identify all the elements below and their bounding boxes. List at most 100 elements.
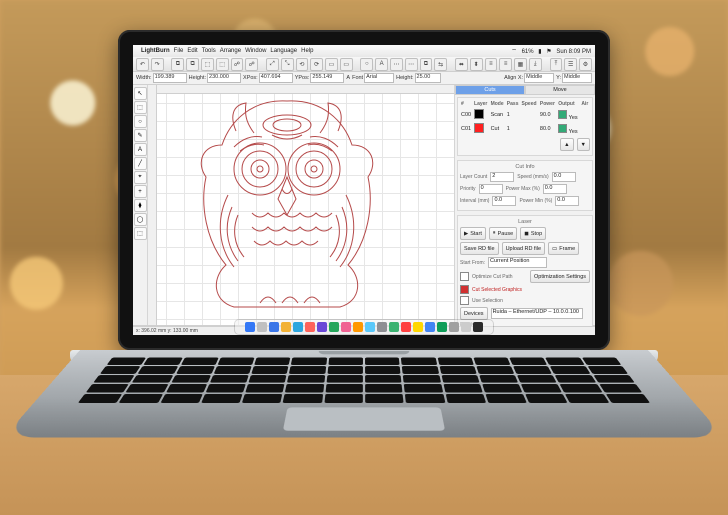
toolbar-button-19[interactable]: ⇆ <box>434 58 447 71</box>
toolbar-button-21[interactable]: ⬍ <box>470 58 483 71</box>
toolbar-button-12[interactable]: ▭ <box>325 58 338 71</box>
toolbar-button-9[interactable]: ⤡ <box>281 58 294 71</box>
pause-button[interactable]: ⏸Pause <box>489 227 517 240</box>
tab-cuts[interactable]: Cuts <box>455 85 525 95</box>
speed-field[interactable]: 0.0 <box>552 172 576 182</box>
layer-table[interactable]: #LayerModePassSpeedPowerOutputAir C00Sca… <box>460 100 590 136</box>
ypos-field[interactable]: 255.149 <box>310 73 344 83</box>
menu-window[interactable]: Window <box>245 48 266 54</box>
device-select[interactable]: Ruida – Ethernet/UDP – 10.0.0.100 <box>491 308 583 319</box>
menu-help[interactable]: Help <box>301 48 313 54</box>
start-button[interactable]: ▶Start <box>460 227 486 240</box>
tool-3[interactable]: ✎ <box>134 129 147 142</box>
toolbar-button-26[interactable]: ⤒ <box>550 58 563 71</box>
toolbar-button-7[interactable]: ☍ <box>245 58 258 71</box>
toolbar-button-20[interactable]: ⬌ <box>455 58 468 71</box>
dock-app-15[interactable] <box>425 322 435 332</box>
upload-rd-button[interactable]: Upload RD file <box>502 242 545 255</box>
layer-row[interactable]: C00Scan190.0 Yes <box>460 108 590 122</box>
layer-up-button[interactable]: ▲ <box>560 138 573 151</box>
width-field[interactable]: 199.389 <box>153 73 187 83</box>
toolbar-button-25[interactable]: ⤓ <box>529 58 542 71</box>
toolbar-button-10[interactable]: ⟲ <box>296 58 309 71</box>
toolbar-button-17[interactable]: ⋯ <box>405 58 418 71</box>
dock-app-8[interactable] <box>341 322 351 332</box>
tool-10[interactable]: ⬚ <box>134 227 147 240</box>
toolbar-button-1[interactable]: ↷ <box>151 58 164 71</box>
toolbar-button-2[interactable]: ⧉ <box>171 58 184 71</box>
optimize-cut-checkbox[interactable] <box>460 272 469 281</box>
xpos-field[interactable]: 407.694 <box>259 73 293 83</box>
dock-app-19[interactable] <box>473 322 483 332</box>
toolbar-button-5[interactable]: ⬚ <box>216 58 229 71</box>
dock-app-10[interactable] <box>365 322 375 332</box>
dock-app-13[interactable] <box>401 322 411 332</box>
menu-file[interactable]: File <box>174 48 184 54</box>
save-rd-button[interactable]: Save RD file <box>460 242 499 255</box>
tool-5[interactable]: ╱ <box>134 157 147 170</box>
dock-app-9[interactable] <box>353 322 363 332</box>
layer-down-button[interactable]: ▼ <box>577 138 590 151</box>
menubar-clock[interactable]: Sun 8:09 PM <box>556 49 591 55</box>
interval-field[interactable]: 0.0 <box>492 196 516 206</box>
pmax-field[interactable]: 0.0 <box>543 184 567 194</box>
toolbar-button-14[interactable]: ○ <box>360 58 373 71</box>
dock-app-2[interactable] <box>269 322 279 332</box>
dock-app-18[interactable] <box>461 322 471 332</box>
optimization-settings-button[interactable]: Optimization Settings <box>530 270 590 283</box>
toolbar-button-8[interactable]: ⤢ <box>266 58 279 71</box>
flag-icon[interactable]: ⚑ <box>546 49 551 55</box>
menu-arrange[interactable]: Arrange <box>220 48 241 54</box>
devices-button[interactable]: Devices <box>460 307 488 320</box>
tool-0[interactable]: ↖ <box>134 87 147 100</box>
app-name[interactable]: LightBurn <box>141 48 170 54</box>
toolbar-button-22[interactable]: ≡ <box>485 58 498 71</box>
toolbar-button-6[interactable]: ☍ <box>231 58 244 71</box>
tab-move[interactable]: Move <box>525 85 595 95</box>
dock-app-0[interactable] <box>245 322 255 332</box>
stop-button[interactable]: ◼Stop <box>520 227 546 240</box>
toolbar-button-27[interactable]: ☰ <box>564 58 577 71</box>
dock-app-16[interactable] <box>437 322 447 332</box>
height-field[interactable]: 230.000 <box>207 73 241 83</box>
dock-app-17[interactable] <box>449 322 459 332</box>
alignx-select[interactable]: Middle <box>524 73 554 83</box>
toolbar-button-11[interactable]: ⟳ <box>310 58 323 71</box>
font-height-field[interactable]: 25.00 <box>415 73 441 83</box>
toolbar-button-16[interactable]: ⋯ <box>390 58 403 71</box>
toolbar-button-28[interactable]: ⚙ <box>579 58 592 71</box>
wifi-icon[interactable]: ⌔ <box>511 49 517 55</box>
toolbar-button-0[interactable]: ↶ <box>136 58 149 71</box>
toolbar-button-23[interactable]: ≡ <box>499 58 512 71</box>
layer-count-field[interactable]: 2 <box>490 172 514 182</box>
toolbar-button-3[interactable]: ⧉ <box>186 58 199 71</box>
battery-icon[interactable]: ▮ <box>538 49 541 55</box>
menu-language[interactable]: Language <box>270 48 297 54</box>
cut-selected-checkbox[interactable] <box>460 285 469 294</box>
pmin-field[interactable]: 0.0 <box>555 196 579 206</box>
dock-app-12[interactable] <box>389 322 399 332</box>
toolbar-button-18[interactable]: ⧉ <box>420 58 433 71</box>
dock-app-7[interactable] <box>329 322 339 332</box>
dock-app-6[interactable] <box>317 322 327 332</box>
toolbar-button-13[interactable]: ▭ <box>340 58 353 71</box>
artwork-owl[interactable] <box>182 95 392 317</box>
toolbar-button-24[interactable]: ▦ <box>514 58 527 71</box>
tool-6[interactable]: ⌖ <box>134 171 147 184</box>
aligny-select[interactable]: Middle <box>562 73 592 83</box>
tool-2[interactable]: ○ <box>134 115 147 128</box>
layer-row[interactable]: C01Cut180.0 Yes <box>460 122 590 136</box>
dock-app-11[interactable] <box>377 322 387 332</box>
tool-9[interactable]: ◯ <box>134 213 147 226</box>
dock-app-14[interactable] <box>413 322 423 332</box>
dock-app-4[interactable] <box>293 322 303 332</box>
menu-tools[interactable]: Tools <box>202 48 216 54</box>
tool-8[interactable]: ⧫ <box>134 199 147 212</box>
toolbar-button-4[interactable]: ⬚ <box>201 58 214 71</box>
use-selection-checkbox[interactable] <box>460 296 469 305</box>
tool-7[interactable]: + <box>134 185 147 198</box>
menu-edit[interactable]: Edit <box>187 48 197 54</box>
priority-field[interactable]: 0 <box>479 184 503 194</box>
dock-app-3[interactable] <box>281 322 291 332</box>
dock-app-5[interactable] <box>305 322 315 332</box>
